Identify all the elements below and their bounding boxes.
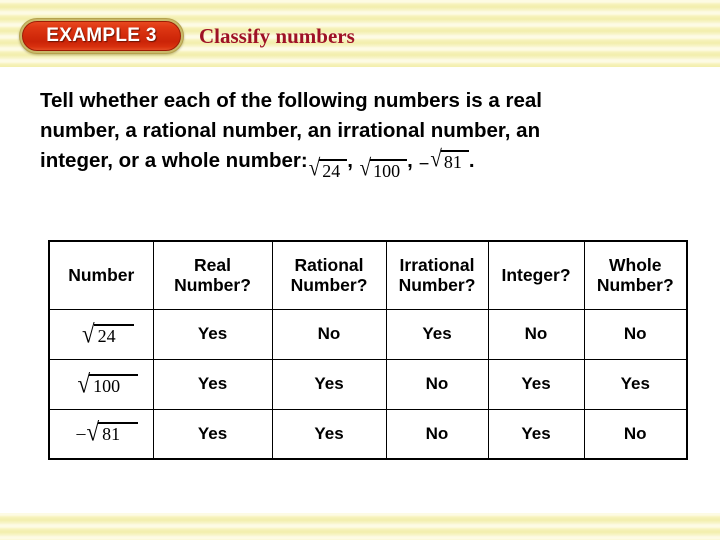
radical-expression-2: √ 100 bbox=[359, 154, 408, 181]
cell-rational: No bbox=[271, 308, 387, 360]
radical-negative-sign-3: − bbox=[418, 154, 430, 175]
column-header-irrational-number: Irrational Number? bbox=[385, 240, 489, 310]
problem-line-3-prefix: integer, or a whole number: bbox=[40, 149, 308, 172]
cell-integer: No bbox=[487, 308, 585, 360]
cell-irrational: Yes bbox=[385, 308, 489, 360]
problem-line-1: Tell whether each of the following numbe… bbox=[40, 89, 542, 112]
radicand-1: 24 bbox=[319, 158, 348, 181]
table-row: √ 24 Yes No Yes No No bbox=[48, 308, 688, 360]
cell-integer: Yes bbox=[487, 358, 585, 410]
column-header-rational-number: Rational Number? bbox=[271, 240, 387, 310]
table-row: – √ 81 Yes Yes No Yes No bbox=[48, 408, 688, 460]
radical-sign-icon-row3: √ bbox=[86, 418, 100, 447]
cell-number: – √ 81 bbox=[48, 408, 154, 460]
column-header-whole-number: Whole Number? bbox=[583, 240, 688, 310]
radicand-2: 100 bbox=[370, 158, 408, 181]
cell-whole: Yes bbox=[583, 358, 688, 410]
page-title: Classify numbers bbox=[199, 24, 355, 48]
radicand-row3: 81 bbox=[98, 422, 139, 444]
cell-number: √ 100 bbox=[48, 358, 154, 410]
cell-rational: Yes bbox=[271, 358, 387, 410]
radicand-row1: 24 bbox=[93, 324, 134, 346]
bottom-decorative-band bbox=[0, 513, 720, 540]
cell-integer: Yes bbox=[487, 408, 585, 460]
column-header-real-number: Real Number? bbox=[152, 240, 273, 310]
cell-irrational: No bbox=[385, 358, 489, 410]
cell-irrational: No bbox=[385, 408, 489, 460]
radical-negative-sign-row3: – bbox=[76, 423, 86, 444]
radical-expression-3: − √ 81 bbox=[418, 145, 469, 180]
classification-table: Number Real Number? Rational Number? Irr… bbox=[48, 240, 688, 460]
radical-expression-row3: – √ 81 bbox=[76, 418, 139, 447]
cell-real: Yes bbox=[152, 408, 273, 460]
problem-line-2: number, a rational number, an irrational… bbox=[40, 119, 541, 142]
cell-whole: No bbox=[583, 408, 688, 460]
cell-number: √ 24 bbox=[48, 308, 154, 360]
column-header-number: Number bbox=[48, 240, 154, 310]
radical-expression-row1: √ 24 bbox=[81, 320, 134, 349]
radical-sign-icon-row1: √ bbox=[81, 320, 95, 349]
table-row: √ 100 Yes Yes No Yes Yes bbox=[48, 358, 688, 410]
table-header-row: Number Real Number? Rational Number? Irr… bbox=[48, 240, 688, 310]
prompt-separator-2: , bbox=[407, 149, 413, 172]
cell-real: Yes bbox=[152, 308, 273, 360]
example-badge: EXAMPLE 3 bbox=[22, 21, 181, 51]
cell-real: Yes bbox=[152, 358, 273, 410]
radicand-3: 81 bbox=[440, 150, 469, 172]
prompt-separator-1: , bbox=[347, 149, 353, 172]
radical-sign-icon-row2: √ bbox=[77, 370, 91, 399]
prompt-terminator: . bbox=[468, 149, 475, 172]
radicand-row2: 100 bbox=[89, 374, 139, 396]
problem-statement: Tell whether each of the following numbe… bbox=[40, 86, 700, 181]
slide-header: EXAMPLE 3 Classify numbers bbox=[0, 0, 720, 67]
cell-whole: No bbox=[583, 308, 688, 360]
example-badge-label: EXAMPLE 3 bbox=[46, 25, 157, 46]
radical-expression-row2: √ 100 bbox=[76, 370, 139, 399]
column-header-integer: Integer? bbox=[487, 240, 585, 310]
cell-rational: Yes bbox=[271, 408, 387, 460]
radical-sign-icon-2: √ bbox=[359, 154, 372, 181]
problem-line-3: integer, or a whole number: √ 24 , √ 100… bbox=[40, 145, 700, 181]
radical-expression-1: √ 24 bbox=[308, 154, 348, 181]
radical-sign-icon-1: √ bbox=[308, 154, 321, 181]
radical-sign-icon-3: √ bbox=[430, 145, 442, 173]
